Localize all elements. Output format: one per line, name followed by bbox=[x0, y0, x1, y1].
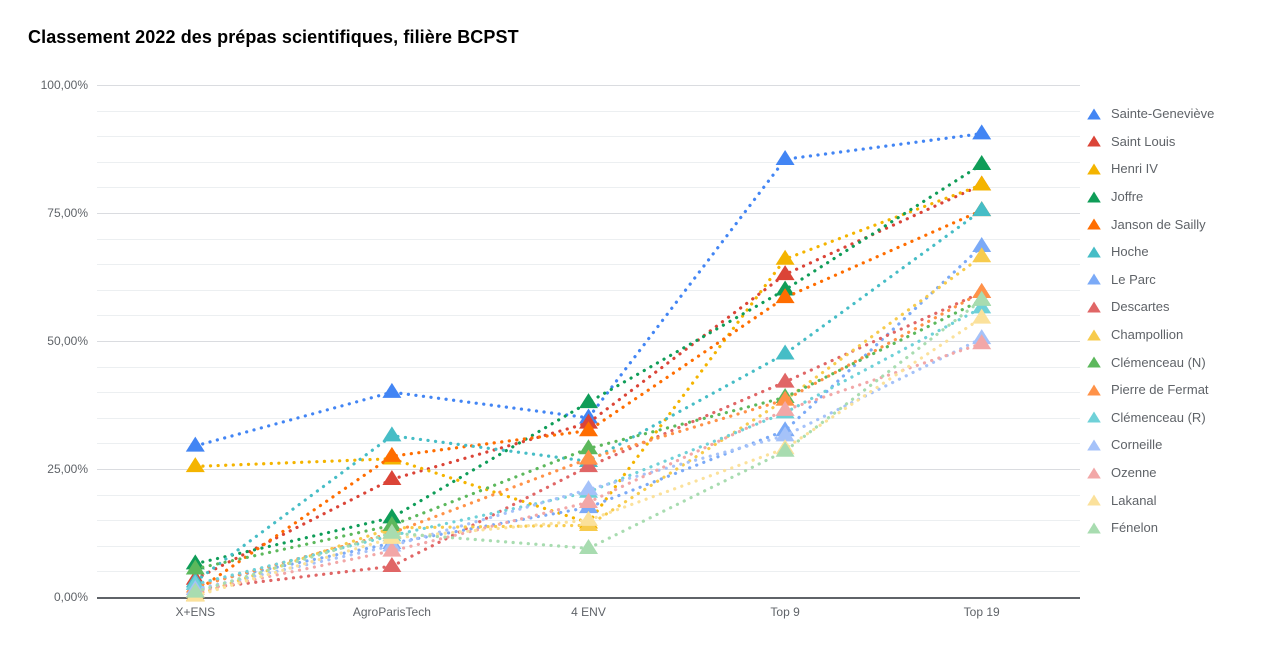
legend-triangle-icon bbox=[1087, 329, 1101, 341]
data-point-marker bbox=[972, 175, 992, 191]
legend-item-label: Pierre de Fermat bbox=[1111, 382, 1209, 398]
data-point-marker bbox=[382, 426, 402, 442]
legend-item-label: Sainte-Geneviève bbox=[1111, 106, 1215, 122]
legend-item[interactable]: Henri IV bbox=[1086, 155, 1261, 183]
data-point-marker bbox=[775, 288, 795, 304]
legend-item-label: Henri IV bbox=[1111, 161, 1158, 177]
legend-triangle-icon bbox=[1087, 467, 1101, 479]
legend-triangle-icon bbox=[1087, 522, 1101, 534]
legend-item[interactable]: Joffre bbox=[1086, 183, 1261, 211]
legend-item[interactable]: Janson de Sailly bbox=[1086, 210, 1261, 238]
legend-item[interactable]: Fénelon bbox=[1086, 514, 1261, 542]
legend-item-label: Clémenceau (N) bbox=[1111, 354, 1206, 370]
data-point-marker bbox=[972, 201, 992, 217]
legend-item[interactable]: Sainte-Geneviève bbox=[1086, 100, 1261, 128]
legend-item[interactable]: Champollion bbox=[1086, 321, 1261, 349]
data-point-marker bbox=[579, 393, 598, 409]
legend-item-label: Ozenne bbox=[1111, 465, 1157, 481]
legend-triangle-icon bbox=[1087, 439, 1101, 451]
data-point-marker bbox=[185, 457, 205, 473]
legend-item-label: Champollion bbox=[1111, 327, 1184, 343]
legend-triangle-icon bbox=[1087, 356, 1101, 368]
data-point-marker bbox=[382, 446, 402, 462]
legend-item-label: Saint Louis bbox=[1111, 133, 1176, 149]
data-point-marker bbox=[972, 124, 992, 140]
legend-item[interactable]: Saint Louis bbox=[1086, 128, 1261, 156]
legend-item-label: Hoche bbox=[1111, 244, 1149, 260]
legend-triangle-icon bbox=[1087, 191, 1101, 203]
legend-triangle-icon bbox=[1087, 135, 1101, 147]
data-point-marker bbox=[775, 344, 795, 360]
legend-item-label: Janson de Sailly bbox=[1111, 216, 1206, 232]
legend-item[interactable]: Hoche bbox=[1086, 238, 1261, 266]
legend-item-label: Fénelon bbox=[1111, 520, 1158, 536]
data-point-marker bbox=[579, 480, 598, 496]
chart-legend: Sainte-Geneviève Saint Louis Henri IV Joffr… bbox=[1086, 100, 1261, 542]
data-point-marker bbox=[775, 149, 795, 165]
legend-item-label: Descartes bbox=[1111, 299, 1170, 315]
series-plot bbox=[185, 124, 992, 602]
data-point-marker bbox=[972, 155, 992, 171]
legend-triangle-icon bbox=[1087, 218, 1101, 230]
legend-item-label: Joffre bbox=[1111, 189, 1144, 205]
legend-triangle-icon bbox=[1087, 163, 1101, 175]
legend-item[interactable]: Clémenceau (R) bbox=[1086, 404, 1261, 432]
legend-item[interactable]: Clémenceau (N) bbox=[1086, 348, 1261, 376]
legend-item-label: Le Parc bbox=[1111, 271, 1156, 287]
legend-triangle-icon bbox=[1087, 384, 1101, 396]
data-point-marker bbox=[382, 382, 402, 398]
chart-container: Classement 2022 des prépas scientifiques… bbox=[0, 0, 1267, 649]
legend-item[interactable]: Pierre de Fermat bbox=[1086, 376, 1261, 404]
legend-item-label: Lakanal bbox=[1111, 492, 1157, 508]
legend-item-label: Corneille bbox=[1111, 437, 1163, 453]
data-point-marker bbox=[972, 290, 992, 306]
legend-triangle-icon bbox=[1087, 108, 1101, 120]
legend-triangle-icon bbox=[1087, 494, 1101, 506]
legend-triangle-icon bbox=[1087, 273, 1101, 285]
data-point-marker bbox=[775, 441, 795, 457]
legend-item[interactable]: Le Parc bbox=[1086, 266, 1261, 294]
legend-item[interactable]: Lakanal bbox=[1086, 486, 1261, 514]
legend-item[interactable]: Corneille bbox=[1086, 431, 1261, 459]
legend-triangle-icon bbox=[1087, 301, 1101, 313]
legend-item-label: Clémenceau (R) bbox=[1111, 409, 1206, 425]
series-2 bbox=[185, 175, 992, 529]
legend-item[interactable]: Descartes bbox=[1086, 293, 1261, 321]
legend-item[interactable]: Ozenne bbox=[1086, 459, 1261, 487]
legend-triangle-icon bbox=[1087, 246, 1101, 258]
legend-triangle-icon bbox=[1087, 411, 1101, 423]
data-point-marker bbox=[775, 249, 795, 265]
